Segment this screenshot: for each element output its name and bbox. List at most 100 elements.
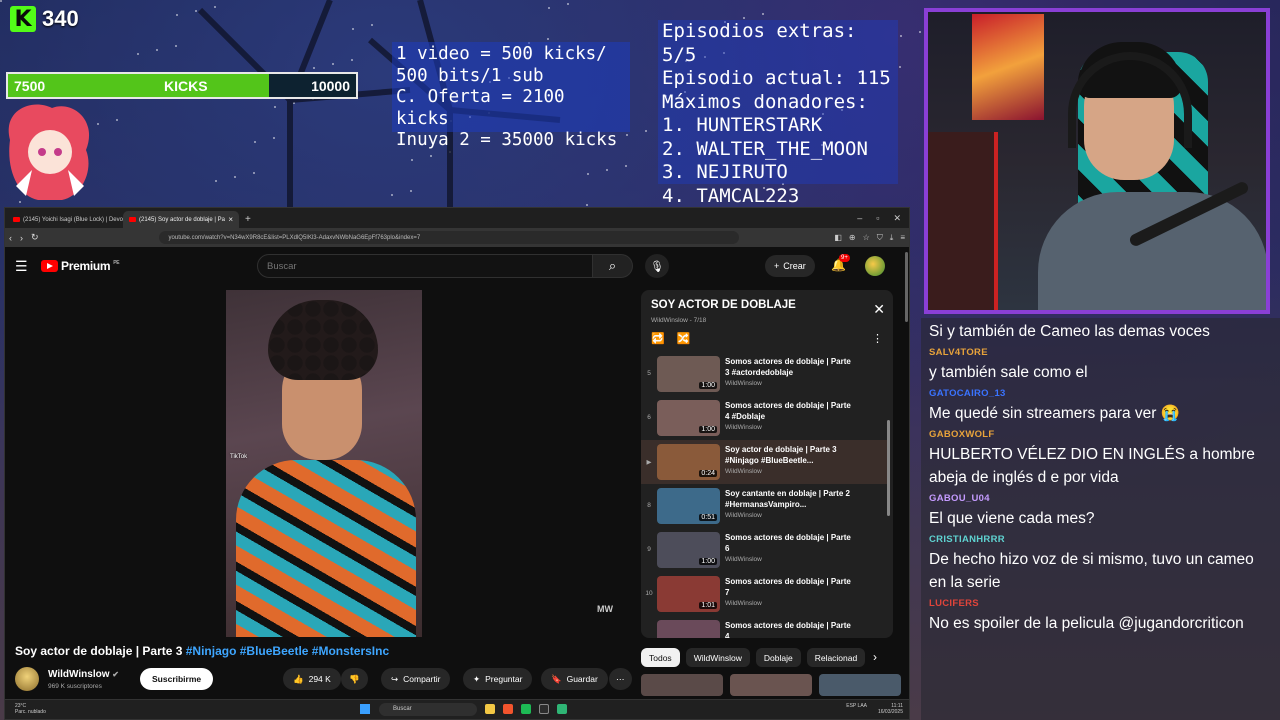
playlist-item-duration: 1:00 <box>699 426 717 433</box>
chat-username[interactable]: GABOU_U04 <box>929 493 1272 504</box>
chip-doblaje[interactable]: Doblaje <box>755 648 801 667</box>
playlist-item[interactable]: 5 1:00 Somos actores de doblaje | Parte 3 … <box>641 352 887 396</box>
windows-start-icon[interactable] <box>360 704 370 714</box>
star <box>626 134 628 136</box>
close-tab-icon[interactable]: × <box>228 215 233 224</box>
shield-icon[interactable]: ⛉ <box>877 233 883 243</box>
channel-watermark[interactable]: MW <box>597 604 613 614</box>
playlist-item[interactable]: 9 1:00 Somos actores de doblaje | Parte 6 W… <box>641 528 887 572</box>
spotify-icon[interactable] <box>521 704 531 714</box>
stats-panel: Episodios extras: 5/5 Episodio actual: 1… <box>658 20 898 207</box>
search-button[interactable]: ⌕ <box>593 254 633 278</box>
goal-label: KICKS <box>164 77 208 94</box>
extension-icon[interactable]: ◧ <box>834 233 842 243</box>
share-button[interactable]: ↪ Compartir <box>381 668 451 690</box>
promo-line: 1 video = 500 kicks/ <box>396 44 607 64</box>
playlist-item-thumbnail[interactable] <box>657 620 720 638</box>
dislike-button[interactable]: 👎 <box>341 668 368 690</box>
chevron-right-icon[interactable]: › <box>873 650 877 664</box>
chat-username[interactable]: GATOCAIRO_13 <box>929 388 1272 399</box>
video-subject-hair <box>268 300 378 380</box>
channel-name[interactable]: WildWinslow ✔ <box>48 669 119 680</box>
playlist-item[interactable]: Somos actores de doblaje | Parte 4 <box>641 616 887 638</box>
brave-browser-icon[interactable] <box>503 704 513 714</box>
playlist-item[interactable]: 8 0:51 Soy cantante en doblaje | Parte 2 #… <box>641 484 887 528</box>
promo-panel: 1 video = 500 kicks/ 500 bits/1 sub C. O… <box>392 42 630 150</box>
youtube-favicon-icon <box>13 217 20 222</box>
kick-goal-bar: 7500 KICKS 10000 <box>6 72 358 99</box>
playlist-title[interactable]: SOY ACTOR DE DOBLAJE <box>651 299 796 311</box>
chip-all[interactable]: Todos <box>641 648 680 667</box>
download-icon[interactable]: ⤓ <box>890 233 894 243</box>
chat-text: Me quedé sin streamers para ver 😭 <box>929 405 1181 422</box>
taskbar-apps <box>485 704 567 714</box>
chat-username[interactable]: SALV4TORE <box>929 347 1272 358</box>
video-hashtags[interactable]: #Ninjago #BlueBeetle #MonstersInc <box>186 644 389 658</box>
minimize-icon[interactable]: – <box>857 213 862 224</box>
url-field[interactable]: youtube.com/watch?v=N34wX9R8cE&list=PLXd… <box>158 231 739 244</box>
video-player[interactable]: TikTok <box>226 290 422 637</box>
save-button[interactable]: 🔖 Guardar <box>541 668 608 690</box>
playlist-item-index: ▶ <box>646 459 652 466</box>
playlist-item-thumbnail[interactable]: 1:00 <box>657 356 720 392</box>
chat-username[interactable]: GABOXWOLF <box>929 429 1272 440</box>
logo-text: Premium <box>61 259 111 273</box>
settings-icon[interactable]: ≡ <box>900 233 905 243</box>
playlist-item-info: Somos actores de doblaje | Parte 4 #Dobl… <box>725 400 857 431</box>
sparkle-icon: ✦ <box>473 673 481 684</box>
page-scrollbar[interactable] <box>905 252 908 322</box>
kick-goal-fill <box>8 74 269 97</box>
create-button[interactable]: + Crear <box>765 255 815 277</box>
taskbar-search[interactable]: Buscar <box>379 703 477 716</box>
close-window-icon[interactable]: ✕ <box>893 213 901 224</box>
playlist-item-thumbnail[interactable]: 1:00 <box>657 532 720 568</box>
chip-channel[interactable]: WildWinslow <box>685 648 750 667</box>
recommended-thumbnail[interactable] <box>819 674 901 696</box>
browser-tab-active[interactable]: (2145) Soy actor de doblaje | Pa × <box>123 211 239 228</box>
like-button[interactable]: 👍 294 K <box>283 668 341 690</box>
recommended-thumbnail[interactable] <box>730 674 812 696</box>
playlist-item-thumbnail[interactable]: 0:51 <box>657 488 720 524</box>
playlist-item-duration: 1:00 <box>699 558 717 565</box>
file-explorer-icon[interactable] <box>485 704 495 714</box>
playlist-item[interactable]: ▶ 0:24 Soy actor de doblaje | Parte 3 #Nin… <box>641 440 887 484</box>
loop-icon[interactable]: 🔁 <box>651 332 665 345</box>
shuffle-icon[interactable]: 🔀 <box>677 332 691 345</box>
search-icon: ⌕ <box>608 258 617 273</box>
chat-username[interactable]: LUCIFERS <box>929 598 1272 609</box>
playlist-item[interactable]: 10 1:01 Somos actores de doblaje | Parte 7… <box>641 572 887 616</box>
search-input[interactable] <box>257 254 593 278</box>
more-options-icon[interactable]: ⋮ <box>872 332 883 345</box>
close-playlist-icon[interactable]: ✕ <box>873 301 885 318</box>
playlist-item[interactable]: 6 1:00 Somos actores de doblaje | Parte 4 … <box>641 396 887 440</box>
account-avatar[interactable] <box>865 256 885 276</box>
subscribe-button[interactable]: Suscribirme <box>140 668 214 690</box>
language-indicator[interactable]: ESP LAA <box>846 703 867 709</box>
youtube-logo[interactable]: Premium PE <box>41 259 120 273</box>
like-count: 294 K <box>308 674 331 684</box>
playlist-scrollbar[interactable] <box>887 420 890 516</box>
playlist-item-thumbnail[interactable]: 0:24 <box>657 444 720 480</box>
zoom-icon[interactable]: ⊕ <box>849 233 856 243</box>
playlist-item-thumbnail[interactable]: 1:01 <box>657 576 720 612</box>
bookmark-icon[interactable]: ☆ <box>863 233 870 243</box>
system-clock[interactable]: 11:11 16/03/2025 <box>878 703 903 715</box>
chip-related[interactable]: Relacionad <box>806 648 866 667</box>
recommended-thumbnail[interactable] <box>641 674 723 696</box>
maximize-icon[interactable]: ▫ <box>876 213 879 224</box>
new-tab-button[interactable]: + <box>239 211 257 228</box>
discord-icon[interactable] <box>557 704 567 714</box>
app-icon[interactable] <box>539 704 549 714</box>
chat-username[interactable]: CRISTIANHRRR <box>929 534 1272 545</box>
menu-icon[interactable]: ☰ <box>15 258 41 275</box>
browser-tab[interactable]: (2145) Yoichi Isagi (Blue Lock) | Devo × <box>7 211 123 228</box>
voice-search-button[interactable]: 🎙 <box>645 254 669 278</box>
weather-widget[interactable]: 23°C Parc. nublado <box>15 703 46 715</box>
more-actions-button[interactable]: ⋯ <box>609 668 632 690</box>
playlist-item-thumbnail[interactable]: 1:00 <box>657 400 720 436</box>
back-icon[interactable]: ‹ <box>9 233 12 243</box>
ask-button[interactable]: ✦ Preguntar <box>463 668 533 690</box>
channel-avatar[interactable] <box>15 667 39 691</box>
forward-icon[interactable]: › <box>20 233 23 243</box>
reload-icon[interactable]: ↻ <box>31 232 39 243</box>
